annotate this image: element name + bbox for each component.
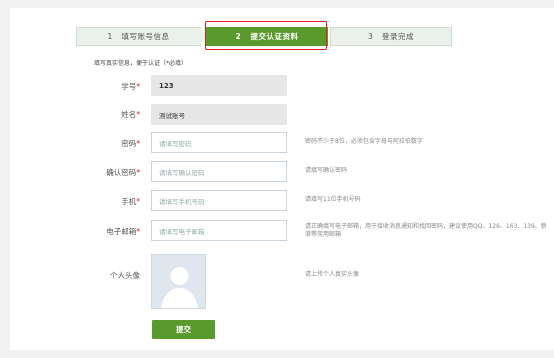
phone-label: 手机* (0, 196, 140, 207)
avatar-placeholder-icon (161, 267, 198, 308)
name-value: 测试账号 (159, 111, 185, 120)
password-tip: 密码不少于8位，必须包含字母与阿拉伯数字 (305, 138, 423, 145)
step-1-number: 1 (107, 32, 113, 41)
student-id-label-text: 学号 (121, 82, 137, 91)
password-placeholder: 请填写密码 (159, 139, 192, 148)
name-label: 姓名* (0, 109, 140, 120)
required-mark: * (136, 110, 140, 119)
student-id-field: 123 (151, 75, 287, 96)
required-mark: * (136, 197, 140, 206)
email-tip: 请正确填写电子邮箱，用于接收消息通知和找回密码，建议使用QQ、126、163、1… (305, 223, 547, 238)
email-label: 电子邮箱* (0, 226, 140, 237)
avatar-label: 个人头像 (0, 270, 140, 281)
confirm-password-input[interactable]: 请填写确认密码 (151, 161, 287, 182)
student-id-value: 123 (159, 81, 174, 90)
password-input[interactable]: 请填写密码 (151, 132, 287, 153)
avatar-tip: 请上传个人真实头像 (305, 271, 360, 278)
required-mark: * (136, 139, 140, 148)
confirm-password-label: 确认密码* (0, 167, 140, 178)
confirm-password-tip: 请填写确认密码 (305, 167, 348, 174)
password-label-text: 密码 (121, 139, 137, 148)
email-input[interactable]: 请填写电子邮箱 (151, 220, 287, 241)
email-placeholder: 请填写电子邮箱 (159, 227, 205, 236)
submit-button[interactable]: 提交 (152, 320, 215, 339)
name-label-text: 姓名 (121, 110, 137, 119)
phone-placeholder: 请填写手机号码 (159, 197, 205, 206)
step-3-label: 登录完成 (381, 32, 414, 41)
step-highlight-box (205, 21, 327, 50)
required-mark: * (136, 168, 140, 177)
email-label-text: 电子邮箱 (106, 227, 137, 236)
name-field: 测试账号 (151, 104, 287, 125)
phone-tip: 请填写11位手机号码 (305, 196, 361, 203)
required-mark: * (136, 82, 140, 91)
avatar-label-text: 个人头像 (110, 271, 140, 280)
phone-label-text: 手机 (121, 197, 137, 206)
step-1-label: 填写账号信息 (121, 32, 170, 41)
form-hint: 填写真实信息，便于认证（*必填） (94, 60, 188, 67)
step-3-number: 3 (368, 32, 374, 41)
step-3: 3 登录完成 (330, 27, 452, 46)
confirm-password-label-text: 确认密码 (106, 168, 137, 177)
required-mark: * (136, 227, 140, 236)
student-id-label: 学号* (0, 81, 140, 92)
confirm-password-placeholder: 请填写确认密码 (159, 168, 205, 177)
password-label: 密码* (0, 138, 140, 149)
step-1: 1 填写账号信息 (76, 27, 201, 46)
avatar-upload[interactable] (151, 254, 206, 309)
phone-input[interactable]: 请填写手机号码 (151, 190, 287, 211)
